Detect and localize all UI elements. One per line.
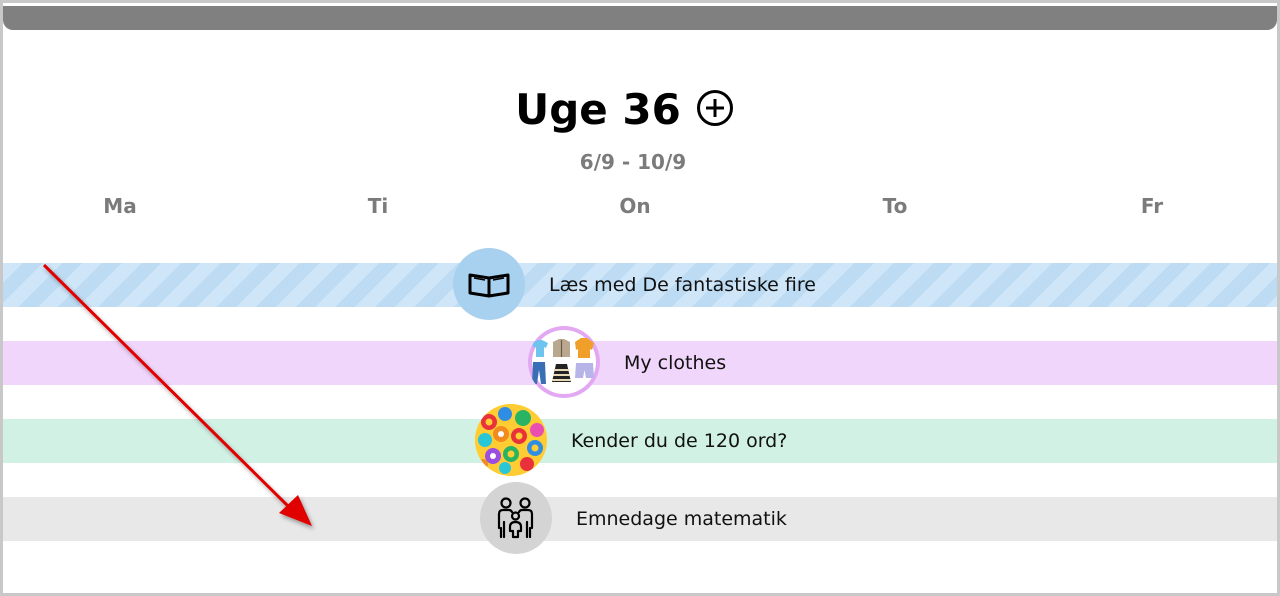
activity-label[interactable]: Læs med De fantastiske fire xyxy=(549,273,816,297)
letters-icon[interactable] xyxy=(475,404,547,476)
week-title: Uge 36 xyxy=(515,85,681,134)
day-header-ti: Ti xyxy=(367,194,389,218)
day-header-to: To xyxy=(882,194,908,218)
day-header-on: On xyxy=(619,194,651,218)
clothes-icon[interactable] xyxy=(528,326,600,398)
plus-circle-icon xyxy=(697,90,733,126)
open-book-icon[interactable] xyxy=(453,248,525,320)
activity-label[interactable]: Kender du de 120 ord? xyxy=(571,429,787,453)
add-week-button[interactable] xyxy=(696,89,734,127)
top-bar xyxy=(3,6,1277,30)
date-range: 6/9 - 10/9 xyxy=(579,150,687,174)
day-header-ma: Ma xyxy=(103,194,137,218)
activity-label[interactable]: My clothes xyxy=(624,351,726,375)
activity-label[interactable]: Emnedage matematik xyxy=(576,507,787,531)
day-header-fr: Fr xyxy=(1140,194,1164,218)
family-icon[interactable] xyxy=(480,482,552,554)
